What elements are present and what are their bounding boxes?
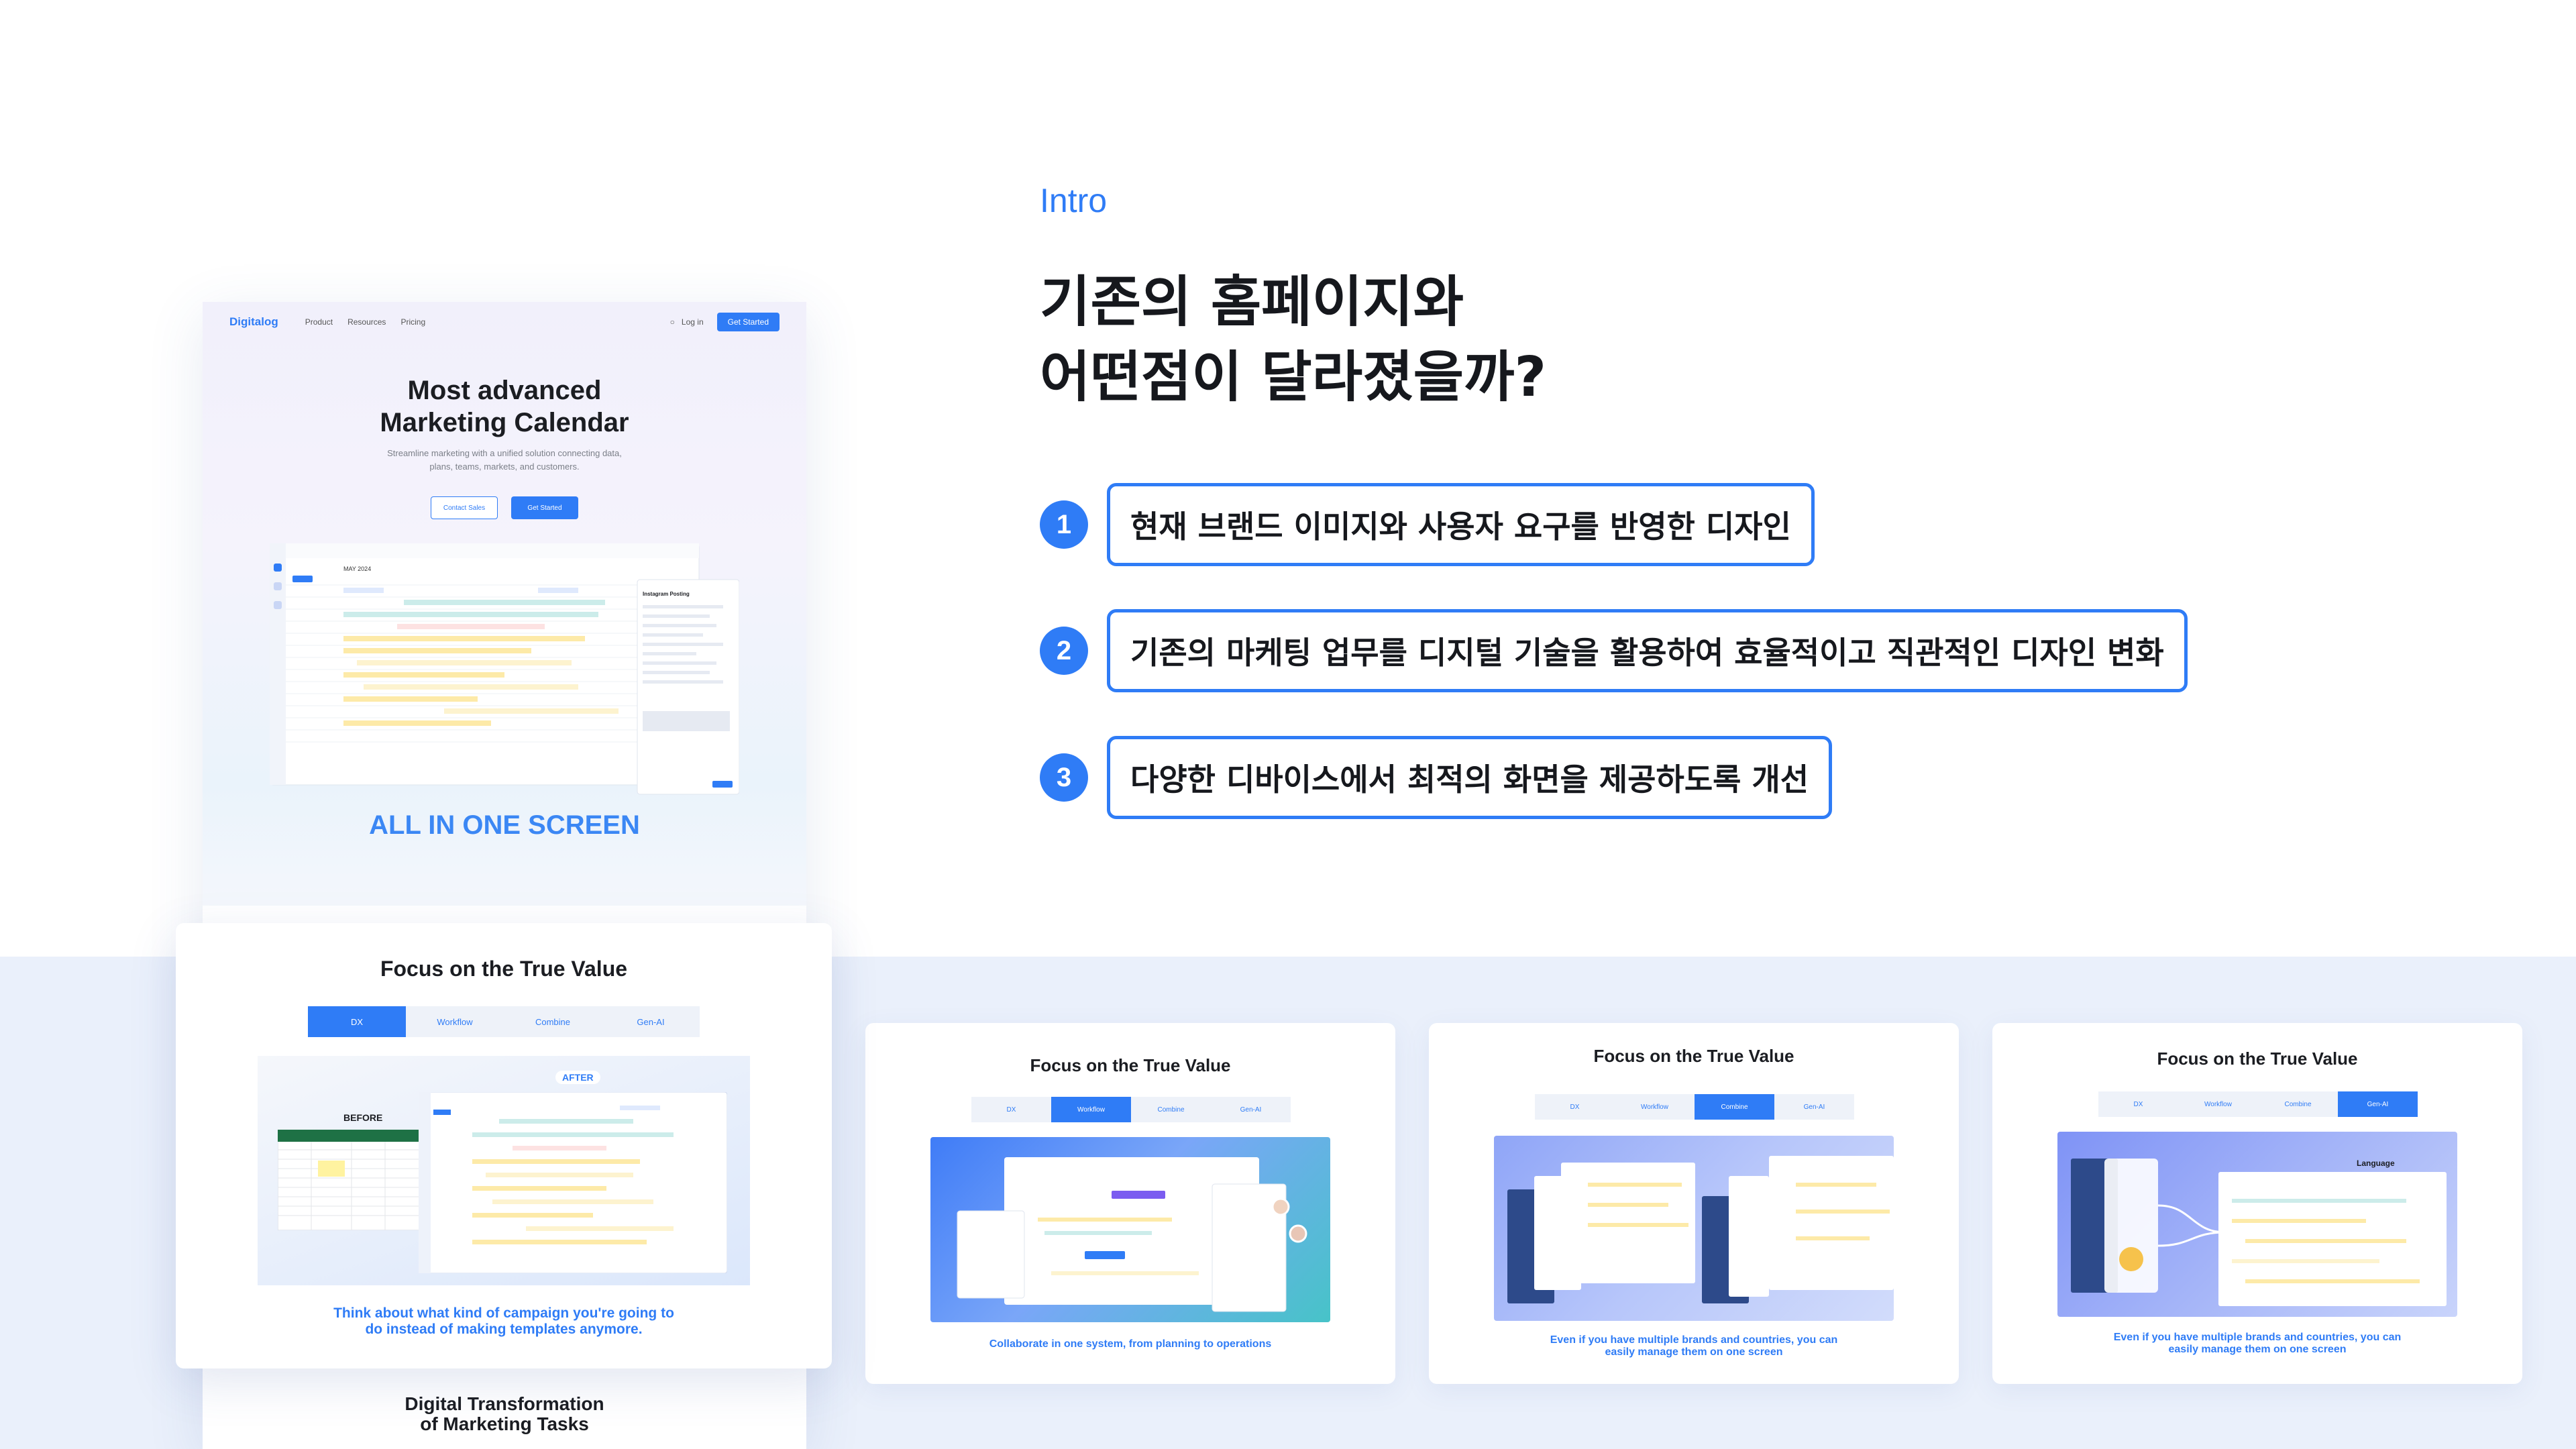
combine-screenshot: [1494, 1136, 1894, 1321]
contact-sales-button[interactable]: Contact Sales: [431, 496, 498, 519]
feature-item-2: 2 기존의 마케팅 업무를 디지털 기술을 활용하여 효율적이고 직관적인 디자…: [1040, 609, 2188, 692]
tab-workflow[interactable]: Workflow: [1615, 1094, 1695, 1120]
feature-text-box: 기존의 마케팅 업무를 디지털 기술을 활용하여 효율적이고 직관적인 디자인 …: [1107, 609, 2188, 692]
nav-link-product[interactable]: Product: [305, 317, 333, 327]
caption-line-2: easily manage them on one screen: [1605, 1346, 1783, 1358]
tab-combine[interactable]: Combine: [1131, 1097, 1211, 1122]
hero-buttons: Contact Sales Get Started: [203, 496, 806, 519]
hero-headline-line-1: Most advanced: [407, 376, 602, 405]
tab-workflow[interactable]: Workflow: [406, 1006, 504, 1037]
hero-subtitle-line-1: Streamline marketing with a unified solu…: [387, 448, 622, 458]
tab-dx[interactable]: DX: [1535, 1094, 1615, 1120]
digital-transformation-line-2: of Marketing Tasks: [420, 1413, 589, 1434]
digital-transformation-heading: Digital Transformation of Marketing Task…: [203, 1394, 806, 1434]
tab-workflow[interactable]: Workflow: [2178, 1091, 2258, 1117]
card-caption: Think about what kind of campaign you're…: [176, 1305, 832, 1338]
caption-line-1: Think about what kind of campaign you're…: [333, 1305, 674, 1321]
digital-transformation-line-1: Digital Transformation: [405, 1393, 604, 1414]
after-label: AFTER: [555, 1071, 600, 1084]
before-after-screenshot: BEFORE AFTER: [258, 1056, 750, 1285]
card-title: Focus on the True Value: [1030, 1055, 1231, 1075]
language-label: Language: [2357, 1159, 2395, 1168]
focus-card-dx: Focus on the True Value DX Workflow Comb…: [176, 923, 832, 1368]
tab-dx[interactable]: DX: [308, 1006, 406, 1037]
card-tab-bar: DX Workflow Combine Gen-AI: [1535, 1094, 1854, 1120]
caption-line-1: Even if you have multiple brands and cou…: [1550, 1334, 1838, 1346]
card-caption: Collaborate in one system, from planning…: [989, 1338, 1272, 1350]
card-tab-bar: DX Workflow Combine Gen-AI: [2098, 1091, 2418, 1117]
hero-subtitle: Streamline marketing with a unified solu…: [370, 447, 639, 474]
tab-combine[interactable]: Combine: [2258, 1091, 2338, 1117]
intro-title-line-1: 기존의 홈페이지와: [1040, 270, 1464, 334]
feature-number-badge: 2: [1040, 627, 1088, 675]
intro-label: Intro: [1040, 182, 1108, 219]
nav-link-pricing[interactable]: Pricing: [400, 317, 425, 327]
before-label: BEFORE: [343, 1112, 383, 1123]
app-month-label: MAY 2024: [343, 566, 371, 572]
feature-text-box: 현재 브랜드 이미지와 사용자 요구를 반영한 디자인: [1107, 483, 1815, 566]
gen-ai-illustration: [2071, 1159, 2447, 1306]
all-in-one-screen-heading: ALL IN ONE SCREEN: [369, 810, 640, 840]
tab-workflow[interactable]: Workflow: [1051, 1097, 1131, 1122]
landing-nav-bar: Digitalog Product Resources Pricing ○ Lo…: [203, 302, 806, 342]
combine-illustration: [1507, 1156, 1894, 1303]
feature-number-badge: 3: [1040, 753, 1088, 802]
card-caption: Even if you have multiple brands and cou…: [1992, 1332, 2522, 1356]
card-tab-bar: DX Workflow Combine Gen-AI: [308, 1006, 700, 1037]
tab-dx[interactable]: DX: [971, 1097, 1051, 1122]
globe-icon[interactable]: ○: [670, 317, 675, 327]
calendar-after-image: [419, 1092, 727, 1273]
intro-title-line-2: 어떤점이 달라졌을까?: [1040, 345, 1547, 409]
tab-combine[interactable]: Combine: [504, 1006, 602, 1037]
tab-gen-ai[interactable]: Gen-AI: [602, 1006, 700, 1037]
hero-subtitle-line-2: plans, teams, markets, and customers.: [429, 462, 580, 472]
card-caption: Even if you have multiple brands and cou…: [1429, 1334, 1959, 1358]
focus-card-workflow: Focus on the True Value DX Workflow Comb…: [865, 1023, 1395, 1384]
card-title: Focus on the True Value: [1593, 1046, 1794, 1066]
feature-item-3: 3 다양한 디바이스에서 최적의 화면을 제공하도록 개선: [1040, 736, 1833, 819]
digitalog-logo[interactable]: Digitalog: [229, 315, 278, 329]
tab-dx[interactable]: DX: [2098, 1091, 2178, 1117]
feature-text-box: 다양한 디바이스에서 최적의 화면을 제공하도록 개선: [1107, 736, 1833, 819]
caption-line-2: easily manage them on one screen: [2168, 1344, 2347, 1355]
tab-gen-ai[interactable]: Gen-AI: [2338, 1091, 2418, 1117]
intro-title: 기존의 홈페이지와 어떤점이 달라졌을까?: [1040, 265, 2046, 415]
hero-headline: Most advanced Marketing Calendar: [203, 374, 806, 439]
hero-headline-line-2: Marketing Calendar: [380, 408, 629, 437]
nav-get-started-button[interactable]: Get Started: [716, 313, 780, 331]
panel-title: Instagram Posting: [643, 591, 690, 597]
login-link[interactable]: Log in: [682, 317, 704, 327]
card-tab-bar: DX Workflow Combine Gen-AI: [971, 1097, 1291, 1122]
hero-get-started-button[interactable]: Get Started: [511, 496, 578, 519]
workflow-screenshot: [930, 1137, 1330, 1322]
tab-combine[interactable]: Combine: [1695, 1094, 1774, 1120]
feature-item-1: 1 현재 브랜드 이미지와 사용자 요구를 반영한 디자인: [1040, 483, 1815, 566]
tab-gen-ai[interactable]: Gen-AI: [1774, 1094, 1854, 1120]
caption-line-2: do instead of making templates anymore.: [365, 1322, 643, 1337]
tab-gen-ai[interactable]: Gen-AI: [1211, 1097, 1291, 1122]
gen-ai-screenshot: Language: [2057, 1132, 2457, 1317]
card-title: Focus on the True Value: [2157, 1049, 2358, 1069]
caption-line-1: Even if you have multiple brands and cou…: [2113, 1332, 2402, 1343]
nav-link-resources[interactable]: Resources: [347, 317, 386, 327]
calendar-app-screenshot: MAY 2024 Instagram Posting: [270, 543, 739, 795]
focus-card-gen-ai: Focus on the True Value DX Workflow Comb…: [1992, 1023, 2522, 1384]
spreadsheet-before-image: [278, 1130, 425, 1230]
focus-card-combine: Focus on the True Value DX Workflow Comb…: [1429, 1023, 1959, 1384]
card-title: Focus on the True Value: [380, 957, 628, 981]
feature-number-badge: 1: [1040, 500, 1088, 549]
workflow-illustration: [957, 1157, 1307, 1312]
